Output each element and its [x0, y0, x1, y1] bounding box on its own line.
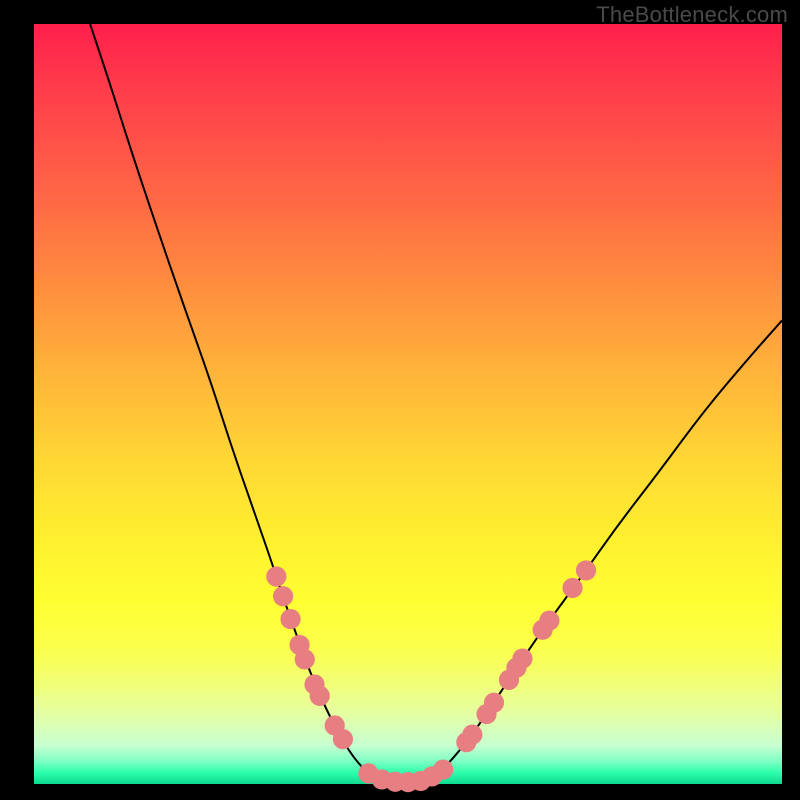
chart-frame: TheBottleneck.com — [0, 0, 800, 800]
data-dot — [280, 609, 300, 629]
data-dot — [462, 725, 482, 745]
data-dot — [484, 693, 504, 713]
data-dot — [273, 586, 293, 606]
data-dot — [512, 649, 532, 669]
data-dot — [310, 686, 330, 706]
chart-svg — [34, 24, 782, 784]
data-dot — [333, 729, 353, 749]
data-dots — [266, 560, 596, 792]
data-dot — [295, 649, 315, 669]
bottleneck-curve — [90, 24, 782, 783]
data-dot — [539, 611, 559, 631]
data-dot — [433, 759, 453, 779]
data-dot — [266, 566, 286, 586]
data-dot — [576, 560, 596, 580]
data-dot — [562, 578, 582, 598]
watermark-text: TheBottleneck.com — [596, 2, 788, 28]
plot-area — [34, 24, 782, 784]
